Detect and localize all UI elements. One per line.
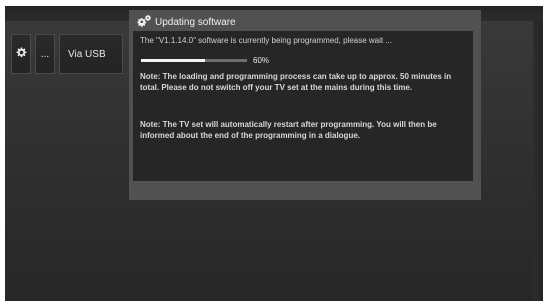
- note-restart: Note: The TV set will automatically rest…: [140, 120, 437, 140]
- progress-percent: 60%: [253, 56, 270, 65]
- progress-fill: [141, 59, 205, 62]
- gears-icon: [137, 14, 151, 30]
- via-usb-label: Via USB: [68, 48, 106, 60]
- dialog-title: Updating software: [137, 14, 236, 30]
- update-dialog: Updating software The "V1.1.14.0" softwa…: [129, 10, 481, 200]
- settings-tab[interactable]: [11, 34, 31, 74]
- note-duration: Note: The loading and programming proces…: [140, 72, 452, 92]
- dialog-body: The "V1.1.14.0" software is currently be…: [133, 31, 473, 181]
- tv-screen: ... Via USB Updating software The "V1.1.…: [5, 6, 543, 301]
- more-label: ...: [40, 48, 50, 60]
- more-tab[interactable]: ...: [35, 34, 55, 74]
- progress-bar: [141, 59, 247, 62]
- gear-icon: [16, 47, 27, 61]
- status-message: The "V1.1.14.0" software is currently be…: [140, 36, 393, 45]
- progress-indicator: 60%: [141, 56, 269, 65]
- via-usb-tab[interactable]: Via USB: [59, 34, 123, 74]
- right-side-bar: [533, 21, 543, 301]
- dialog-title-text: Updating software: [155, 16, 236, 28]
